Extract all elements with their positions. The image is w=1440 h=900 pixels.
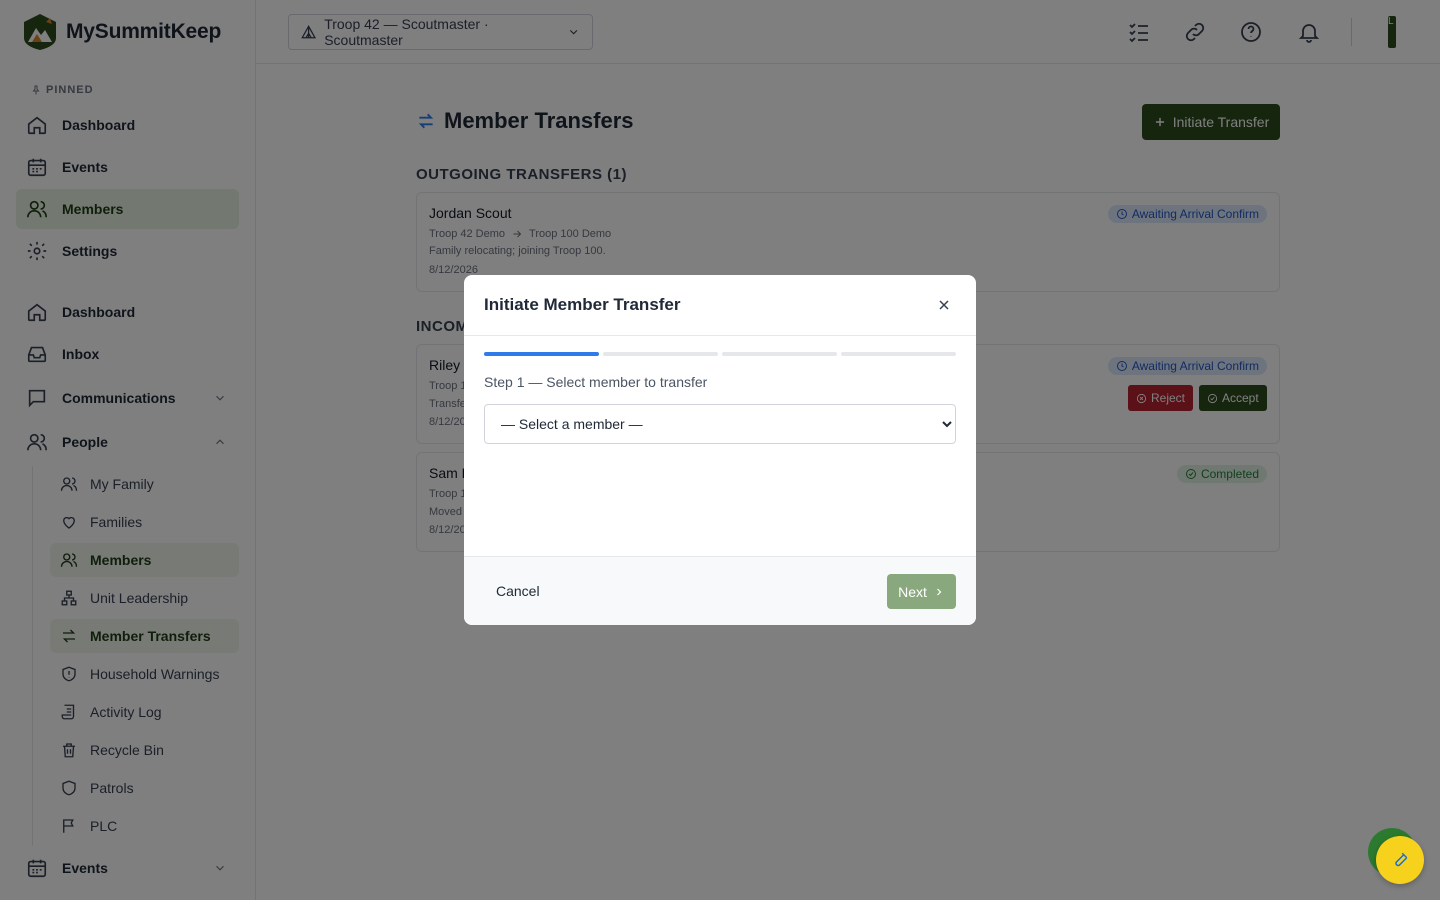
cancel-label: Cancel [496,583,540,599]
chevron-right-icon [936,588,942,595]
step-progress-segment [603,352,718,356]
member-select[interactable]: — Select a member — [484,404,956,444]
modal-title: Initiate Member Transfer [484,295,681,314]
close-icon[interactable] [936,297,952,313]
modal-header: Initiate Member Transfer [464,275,976,336]
step-progress-segment [484,352,599,356]
cancel-button[interactable]: Cancel [484,574,552,608]
step-label: Step 1 — Select member to transfer [484,374,708,390]
test-tube-icon [1395,852,1408,867]
initiate-transfer-modal: Initiate Member Transfer Step 1 — Select… [464,275,976,625]
next-button[interactable]: Next [887,574,956,609]
next-label: Next [898,583,927,600]
modal-footer: Cancel Next [464,556,976,625]
floating-tool-button[interactable] [1376,836,1424,884]
step-progress [484,352,956,356]
step-progress-segment [722,352,837,356]
step-progress-segment [841,352,956,356]
